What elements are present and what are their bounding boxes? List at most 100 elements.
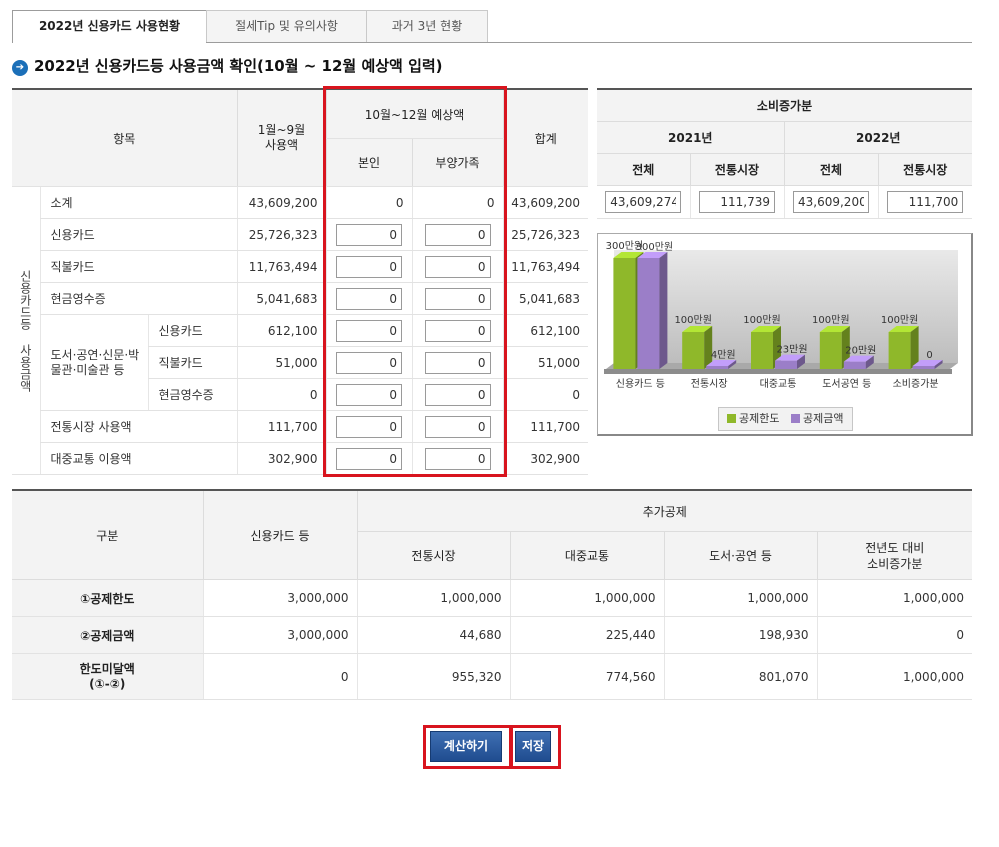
total-2021-input[interactable] [605,191,682,213]
table-row: 직불카드 11,763,494 11,763,494 [12,250,589,283]
save-button[interactable]: 저장 [515,731,551,762]
increase-title: 소비증가분 [597,89,973,122]
table-row: ②공제금액 3,000,000 44,680 225,440 198,930 0 [12,616,973,654]
bar-limit [888,332,911,369]
tab-tax-tips[interactable]: 절세Tip 및 유의사항 [206,10,367,42]
header-jan-sep: 1월~9월 사용액 [236,89,326,187]
total-2022-input[interactable] [793,191,869,213]
bar-side [659,252,668,369]
table-row: 한도미달액 (①-②) 0 955,320 774,560 801,070 1,… [12,653,973,700]
sub-total-2021: 전체 [597,153,690,186]
credit-value: 3,000,000 [202,579,357,617]
jan-sep-value: 43,609,200 [236,186,326,219]
row-label: ②공제금액 [12,616,203,654]
row-label: 전통시장 사용액 [39,410,237,443]
year-2021: 2021년 [597,121,784,154]
tab-past-3-years[interactable]: 과거 3년 현황 [366,10,488,42]
self-input[interactable] [336,255,402,278]
header-category: 구분 [12,490,203,580]
row-label: 소계 [39,186,237,219]
self-input[interactable] [336,319,402,342]
self-input[interactable] [336,287,402,310]
header-item: 항목 [12,89,237,187]
table-row: 신용카드등 사용금액 소계 43,609,200 0 0 43,609,200 [12,186,589,475]
credit-value: 0 [202,653,357,700]
chart-legend: 공제한도 공제금액 [718,407,853,431]
self-input[interactable] [336,351,402,374]
tab-bar: 2022년 신용카드 사용현황 절세Tip 및 유의사항 과거 3년 현황 [12,10,972,43]
row-label: 신용카드 [147,314,237,347]
dependent-input[interactable] [424,351,491,374]
transit-value: 1,000,000 [509,579,664,617]
bar-limit [751,332,773,369]
self-input[interactable] [336,415,402,438]
row-label: 신용카드 [39,218,237,251]
table-row: 현금영수증 5,041,683 5,041,683 [12,282,589,315]
header-transit: 대중교통 [509,531,664,580]
dependent-input[interactable] [424,255,491,278]
table-row: ①공제한도 3,000,000 1,000,000 1,000,000 1,00… [12,579,973,617]
culture-value: 198,930 [663,616,817,654]
self-input[interactable] [336,383,402,406]
calculate-button[interactable]: 계산하기 [430,731,502,762]
usage-table: 항목 1월~9월 사용액 10월~12월 예상액 합계 본인 부양가족 신용카드… [12,88,589,475]
bar-amount [912,366,935,369]
self-input[interactable] [336,223,402,246]
header-oct-dec: 10월~12월 예상액 [325,89,504,139]
jan-sep-value: 0 [236,378,326,411]
jan-sep-value: 11,763,494 [236,250,326,283]
dependent-input[interactable] [424,415,491,438]
header-total: 합계 [502,89,589,187]
total-value: 51,000 [502,346,589,379]
bar-limit [682,332,705,369]
legend-swatch-limit [727,414,736,423]
jan-sep-value: 612,100 [236,314,326,347]
legend-swatch-amount [790,414,800,423]
dependent-input[interactable] [424,447,491,470]
bar-limit [819,332,842,369]
bar-value-label: 100만원 [812,314,850,326]
transit-value: 225,440 [509,616,664,654]
chart-svg: 300만원300만원신용카드 등100만원4만원전통시장100만원23만원대중교… [604,240,958,390]
row-label: 현금영수증 [147,378,237,411]
deduction-chart: 300만원 300만원 신용카드 등 100만원 4만원 전통시장 100만원 23만원 대중교… [597,233,973,436]
total-value: 111,700 [502,410,589,443]
row-label: 직불카드 [147,346,237,379]
market-2022-input[interactable] [887,191,964,213]
sub-total-2022: 전체 [783,153,878,186]
total-value: 612,100 [502,314,589,347]
row-label: 직불카드 [39,250,237,283]
total-value: 302,900 [502,442,589,475]
table-row: 신용카드 25,726,323 25,726,323 [12,218,589,251]
group-label: 신용카드등 사용금액 [12,186,40,475]
self-input[interactable] [336,447,402,470]
market-2021-input[interactable] [699,191,775,213]
culture-value: 1,000,000 [663,579,817,617]
section-title: ➔ 2022년 신용카드등 사용금액 확인(10월 ~ 12월 예상액 입력) [12,56,443,76]
market-value: 1,000,000 [356,579,510,617]
deduction-table: 구분 신용카드 등 추가공제 전통시장 대중교통 도서·공연 등 전년도 대비 … [12,489,973,700]
header-culture: 도서·공연 등 [663,531,817,580]
bar-amount [706,366,729,369]
bar-value-label: 20만원 [845,345,876,357]
tab-credit-card-usage[interactable]: 2022년 신용카드 사용현황 [12,10,207,43]
header-market: 전통시장 [356,531,510,580]
total-value: 43,609,200 [502,186,589,219]
section-title-text: 2022년 신용카드등 사용금액 확인(10월 ~ 12월 예상액 입력) [34,57,443,75]
table-row: 전통시장 사용액 111,700 111,700 [12,410,589,443]
header-increase: 전년도 대비 소비증가분 [816,531,973,580]
category-tick-label: 도서공연 등 [822,378,871,390]
bar-value-label: 100만원 [881,314,919,326]
bar-amount [775,360,797,369]
dependent-input[interactable] [424,287,491,310]
market-value: 44,680 [356,616,510,654]
dependent-input[interactable] [424,223,491,246]
category-tick-label: 소비증가분 [893,378,939,390]
jan-sep-value: 25,726,323 [236,218,326,251]
legend-label-limit: 공제한도 [739,412,780,425]
dependent-input[interactable] [424,319,491,342]
bar-value-label: 4만원 [711,349,736,361]
bar-amount [637,258,660,369]
table-row: 대중교통 이용액 302,900 302,900 [12,442,589,475]
dependent-input[interactable] [424,383,491,406]
